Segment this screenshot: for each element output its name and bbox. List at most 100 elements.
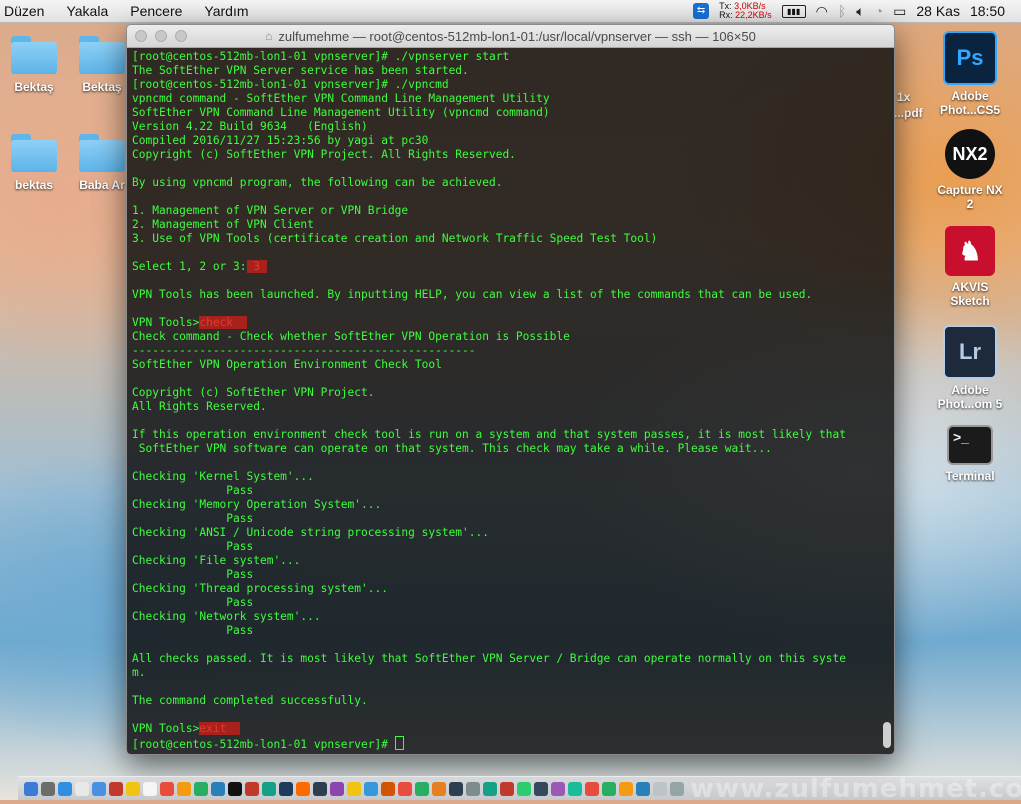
dock-app-icon[interactable] bbox=[279, 781, 293, 796]
dock-app-icon[interactable] bbox=[398, 781, 412, 796]
typed-input: check bbox=[199, 316, 247, 329]
wifi-icon[interactable]: ◠ bbox=[816, 3, 828, 20]
akvis-horse-icon: ♞ bbox=[945, 226, 995, 276]
volume-icon[interactable]: 🔈︎ bbox=[856, 3, 864, 20]
dock-app-icon[interactable] bbox=[75, 781, 89, 796]
dock-app-icon[interactable] bbox=[177, 781, 191, 796]
dock-app-icon[interactable] bbox=[500, 781, 514, 796]
terminal-line: The SoftEther VPN Server service has bee… bbox=[132, 64, 469, 77]
dock-app-icon[interactable] bbox=[585, 781, 599, 796]
dock-app-icon[interactable] bbox=[432, 781, 446, 796]
terminal-line: Checking 'Thread processing system'... bbox=[132, 582, 388, 595]
terminal-line: By using vpncmd program, the following c… bbox=[132, 176, 503, 189]
dock-app-icon[interactable] bbox=[517, 781, 531, 796]
dock-app-icon[interactable] bbox=[228, 781, 242, 796]
clipped-file-label[interactable]: ...pdf bbox=[894, 106, 923, 120]
menu-yakala[interactable]: Yakala bbox=[58, 3, 122, 19]
select-prompt-line: Select 1, 2 or 3: 3 bbox=[132, 260, 876, 274]
prompt-text: VPN Tools> bbox=[132, 722, 200, 735]
terminal-output: [root@centos-512mb-lon1-01 vpnserver]# .… bbox=[132, 50, 876, 751]
dock-app-icon[interactable] bbox=[364, 781, 378, 796]
menu-duzen[interactable]: Düzen bbox=[0, 3, 58, 19]
desktop-folder-bektas-1[interactable]: Bektaş bbox=[0, 36, 71, 94]
exit-command-line: VPN Tools>exit bbox=[132, 722, 876, 736]
terminal-line: ----------------------------------------… bbox=[132, 344, 476, 357]
dock-app-icon[interactable] bbox=[619, 781, 633, 796]
menu-pencere[interactable]: Pencere bbox=[122, 3, 196, 19]
battery-icon[interactable]: ▭ bbox=[893, 3, 906, 20]
dock-app-icon[interactable] bbox=[262, 781, 276, 796]
dock-app-icon[interactable] bbox=[296, 781, 310, 796]
desktop-app-terminal[interactable]: >_ Terminal bbox=[933, 425, 1007, 483]
clipped-file-label[interactable]: 1x bbox=[897, 90, 910, 104]
dock-app-icon[interactable] bbox=[330, 781, 344, 796]
typed-input: 3 bbox=[246, 260, 267, 273]
dock-app-icon[interactable] bbox=[534, 781, 548, 796]
dock-app-icon[interactable] bbox=[41, 781, 55, 796]
desktop-app-lightroom[interactable]: Lr Adobe Phot...om 5 bbox=[933, 325, 1007, 411]
network-monitor[interactable]: Tx: 3,0KB/s Rx: 22,2KB/s bbox=[719, 2, 772, 20]
desktop-folder-bektas-3[interactable]: bektas bbox=[0, 134, 71, 192]
desktop-app-akvis-sketch[interactable]: ♞ AKVIS Sketch bbox=[933, 226, 1007, 308]
close-button[interactable] bbox=[135, 30, 147, 42]
terminal-line: 1. Management of VPN Server or VPN Bridg… bbox=[132, 204, 409, 217]
dock-app-icon[interactable] bbox=[24, 781, 38, 796]
terminal-content[interactable]: [root@centos-512mb-lon1-01 vpnserver]# .… bbox=[127, 48, 894, 754]
desktop-app-capture-nx[interactable]: NX2 Capture NX 2 bbox=[933, 129, 1007, 211]
dock-app-icon[interactable] bbox=[449, 781, 463, 796]
dock-app-icon[interactable] bbox=[483, 781, 497, 796]
capture-nx-icon: NX2 bbox=[945, 129, 995, 179]
terminal-line: All checks passed. It is most likely tha… bbox=[132, 652, 846, 665]
dock-app-icon[interactable] bbox=[194, 781, 208, 796]
dock-app-icon[interactable] bbox=[347, 781, 361, 796]
dock-app-icon[interactable] bbox=[245, 781, 259, 796]
dock-app-icon[interactable] bbox=[58, 781, 72, 796]
time-machine-icon[interactable]: ◔ bbox=[875, 3, 883, 19]
terminal-line: Pass bbox=[132, 484, 254, 497]
dock-app-icon[interactable] bbox=[636, 781, 650, 796]
bluetooth-icon[interactable]: ᛒ bbox=[838, 3, 846, 19]
dock-app-icon[interactable] bbox=[466, 781, 480, 796]
shell-prompt-line[interactable]: [root@centos-512mb-lon1-01 vpnserver]# bbox=[132, 736, 876, 751]
menubar-date[interactable]: 28 Kas bbox=[916, 3, 960, 19]
menu-bar: Düzen Yakala Pencere Yardım ⇆ Tx: 3,0KB/… bbox=[0, 0, 1021, 23]
dock-app-icon[interactable] bbox=[653, 781, 667, 796]
battery-meter-icon[interactable]: ▮▮▮ bbox=[781, 4, 806, 18]
dock-app-icon[interactable] bbox=[670, 781, 684, 796]
terminal-line: Copyright (c) SoftEther VPN Project. All… bbox=[132, 148, 516, 161]
menubar-time[interactable]: 18:50 bbox=[970, 3, 1005, 19]
dock-app-icon[interactable] bbox=[126, 781, 140, 796]
dock-app-icon[interactable] bbox=[415, 781, 429, 796]
dock-app-icon[interactable] bbox=[568, 781, 582, 796]
text-cursor bbox=[394, 736, 404, 750]
terminal-line: Version 4.22 Build 9634 (English) bbox=[132, 120, 368, 133]
dock-app-icon[interactable] bbox=[160, 781, 174, 796]
menu-yardim[interactable]: Yardım bbox=[196, 3, 262, 19]
dock-app-icon[interactable] bbox=[109, 781, 123, 796]
dock-app-icon[interactable] bbox=[211, 781, 225, 796]
desktop-icon-label: Capture NX 2 bbox=[937, 183, 1003, 211]
zoom-button[interactable] bbox=[175, 30, 187, 42]
dock-app-icon[interactable] bbox=[143, 781, 157, 796]
prompt-text: [root@centos-512mb-lon1-01 vpnserver]# bbox=[132, 738, 395, 751]
window-titlebar[interactable]: ⌂ zulfumehme — root@centos-512mb-lon1-01… bbox=[127, 25, 894, 48]
lightroom-icon: Lr bbox=[943, 325, 997, 379]
terminal-scrollbar[interactable] bbox=[881, 50, 891, 750]
desktop-app-photoshop[interactable]: Ps Adobe Phot...CS5 bbox=[933, 31, 1007, 117]
minimize-button[interactable] bbox=[155, 30, 167, 42]
scrollbar-thumb[interactable] bbox=[883, 722, 891, 748]
teamviewer-icon[interactable]: ⇆ bbox=[693, 3, 710, 19]
dock-app-icon[interactable] bbox=[381, 781, 395, 796]
terminal-line: Copyright (c) SoftEther VPN Project. bbox=[132, 386, 375, 399]
dock-app-icon[interactable] bbox=[602, 781, 616, 796]
dock-app-icon[interactable] bbox=[551, 781, 565, 796]
terminal-line: VPN Tools has been launched. By inputtin… bbox=[132, 288, 813, 301]
terminal-icon: >_ bbox=[947, 425, 993, 465]
dock-app-icon[interactable] bbox=[313, 781, 327, 796]
dock-app-icon[interactable] bbox=[92, 781, 106, 796]
